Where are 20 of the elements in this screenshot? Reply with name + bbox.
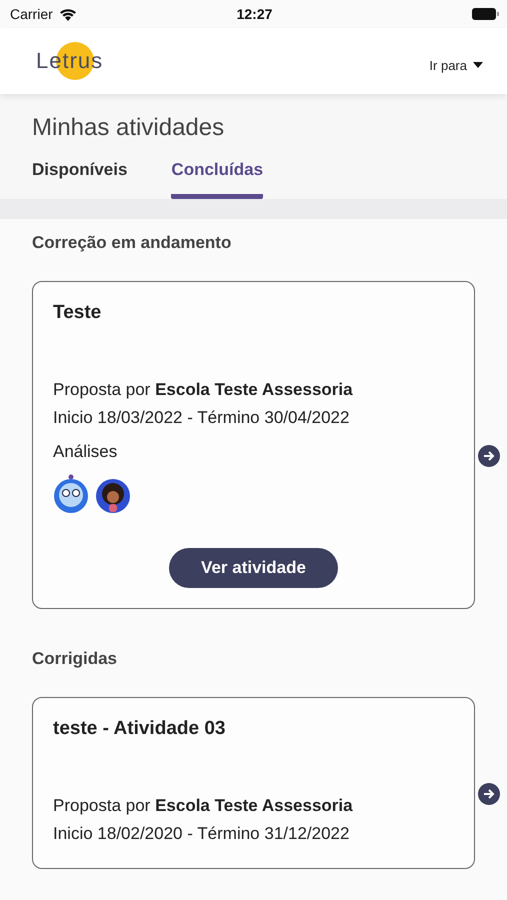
robot-avatar-icon xyxy=(53,474,89,514)
date-range-text: Inicio 18/02/2020 - Término 31/12/2022 xyxy=(53,823,350,845)
proposed-by-text: Proposta por Escola Teste Assessoria xyxy=(53,795,354,817)
clock: 12:27 xyxy=(236,6,272,22)
tab[interactable]: Disponíveis xyxy=(32,160,128,199)
card-title: teste - Atividade 03 xyxy=(53,718,226,740)
view-activity-button[interactable]: Ver atividade xyxy=(169,548,338,588)
section-title: Correção em andamento xyxy=(32,233,232,253)
caret-icon xyxy=(473,62,483,68)
menu-dropdown[interactable]: Ir para xyxy=(429,52,483,78)
tab[interactable]: Concluídas xyxy=(171,160,264,199)
card-title: Teste xyxy=(53,302,102,324)
date-range-text: Inicio 18/03/2022 - Término 30/04/2022 xyxy=(53,407,350,429)
section-title: Corrigidas xyxy=(32,649,118,669)
analyses-label: Análises xyxy=(53,442,118,462)
page-title: Minhas atividades xyxy=(32,114,226,142)
proposed-by-text: Proposta por Escola Teste Assessoria xyxy=(53,379,354,401)
wifi-icon xyxy=(58,8,77,20)
carrier-label: Carrier xyxy=(10,6,53,22)
battery-icon xyxy=(472,8,499,20)
